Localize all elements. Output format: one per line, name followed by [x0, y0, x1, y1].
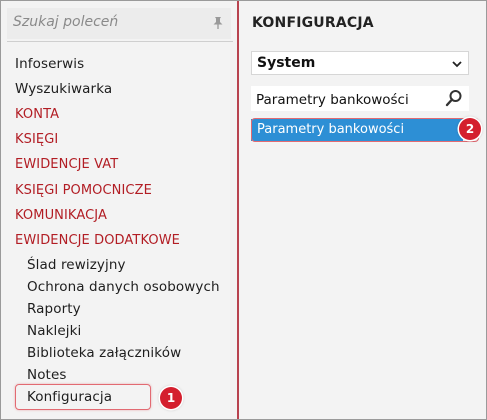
category-select-value: System	[257, 55, 316, 71]
command-search-placeholder: Szukaj poleceń	[13, 14, 119, 30]
configuration-panel: KONFIGURACJA System Parametry bankowości…	[239, 1, 486, 419]
menu-section-ewidencje-vat[interactable]: EWIDENCJE VAT	[15, 157, 118, 172]
menu-item-raporty[interactable]: Raporty	[27, 301, 81, 317]
magnifier-icon[interactable]	[445, 89, 463, 107]
menu-item-ochrona-danych[interactable]: Ochrona danych osobowych	[27, 279, 220, 295]
menu-item-notes[interactable]: Notes	[27, 367, 67, 383]
chevron-down-icon	[452, 61, 462, 68]
pin-icon[interactable]	[211, 16, 225, 30]
configuration-search-input[interactable]	[251, 86, 469, 111]
search-separator	[7, 41, 233, 42]
menu-section-komunikacja[interactable]: KOMUNIKACJA	[15, 208, 107, 223]
callout-badge-2: 2	[459, 118, 481, 140]
callout-badge-1: 1	[160, 387, 182, 409]
navigation-panel: Szukaj poleceń Infoserwis Wyszukiwarka K…	[1, 1, 237, 419]
menu-section-ewidencje-dodatkowe[interactable]: EWIDENCJE DODATKOWE	[15, 233, 180, 248]
command-search-box[interactable]: Szukaj poleceń	[7, 8, 231, 39]
menu-section-ksiegi[interactable]: KSIĘGI	[15, 132, 58, 147]
result-highlight-outline	[251, 118, 479, 142]
menu-section-konta[interactable]: KONTA	[15, 107, 59, 122]
window-frame: Szukaj poleceń Infoserwis Wyszukiwarka K…	[0, 0, 487, 420]
menu-section-ksiegi-pomocnicze[interactable]: KSIĘGI POMOCNICZE	[15, 183, 152, 198]
menu-item-infoserwis[interactable]: Infoserwis	[15, 56, 84, 72]
menu-item-wyszukiwarka[interactable]: Wyszukiwarka	[15, 81, 112, 97]
menu-item-naklejki[interactable]: Naklejki	[27, 323, 81, 339]
menu-item-slad-rewizyjny[interactable]: Ślad rewizyjny	[27, 257, 126, 273]
menu-item-biblioteka-zalacznikow[interactable]: Biblioteka załączników	[27, 345, 181, 361]
panel-title: KONFIGURACJA	[252, 15, 374, 31]
konfiguracja-highlight-outline	[15, 384, 151, 410]
category-select[interactable]: System	[251, 51, 469, 75]
